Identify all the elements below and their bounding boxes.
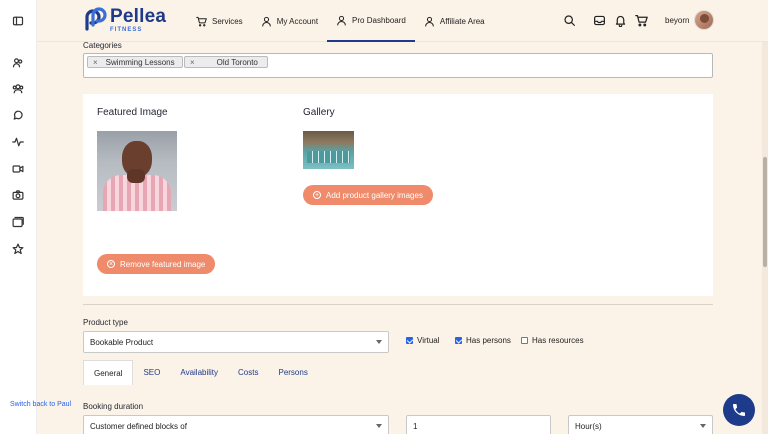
nav-my-account-label: My Account [276, 16, 319, 26]
page-scrollbar[interactable] [762, 42, 768, 434]
video-icon[interactable] [11, 162, 25, 176]
gallery-icon[interactable] [11, 215, 25, 229]
tag-remove-icon[interactable]: × [93, 58, 98, 67]
group-icon[interactable] [11, 82, 25, 96]
tab-general[interactable]: General [83, 360, 134, 385]
remove-featured-image-label: Remove featured image [120, 259, 206, 269]
checkbox-checked-icon[interactable] [455, 337, 462, 344]
brand-subtitle: FITNESS [110, 27, 143, 33]
switch-back-link[interactable]: Switch back to Paul [10, 401, 71, 408]
tag-remove-icon[interactable]: × [190, 58, 195, 67]
duration-unit-select[interactable]: Hour(s) [568, 415, 713, 434]
nav-my-account[interactable]: My Account [252, 0, 327, 42]
has-persons-checkbox[interactable]: Has persons [455, 336, 511, 345]
tab-costs[interactable]: Costs [228, 360, 268, 385]
nav-affiliate-area-label: Affiliate Area [439, 16, 485, 26]
categories-label: Categories [83, 41, 122, 50]
images-panel: Featured Image Gallery + Add product gal… [83, 94, 713, 296]
duration-amount-input[interactable]: 1 [406, 415, 551, 434]
left-rail [0, 0, 37, 434]
duration-type-value: Customer defined blocks of [90, 421, 187, 431]
duration-unit-value: Hour(s) [575, 421, 602, 431]
nav-services-label: Services [212, 16, 243, 26]
top-header: Pellea FITNESS Services My Account Pro D… [37, 0, 768, 42]
add-gallery-images-label: Add product gallery images [326, 190, 423, 200]
has-resources-checkbox[interactable]: Has resources [521, 336, 584, 345]
search-icon[interactable] [563, 14, 576, 27]
tab-persons[interactable]: Persons [268, 360, 317, 385]
gallery-thumbnail[interactable] [303, 131, 354, 169]
nav-services[interactable]: Services [187, 0, 252, 42]
brand-logo[interactable]: Pellea FITNESS [83, 7, 166, 33]
has-resources-label: Has resources [532, 336, 584, 345]
categories-input[interactable]: × Swimming Lessons × Old Toronto [83, 53, 713, 78]
product-type-label: Product type [83, 318, 128, 327]
duration-type-select[interactable]: Customer defined blocks of [83, 415, 389, 434]
featured-image-title: Featured Image [97, 107, 168, 118]
avatar[interactable] [694, 10, 714, 30]
star-icon[interactable] [11, 242, 25, 256]
bell-icon[interactable] [614, 14, 627, 28]
inbox-icon[interactable] [593, 14, 606, 27]
user-icon [261, 16, 271, 26]
remove-featured-image-button[interactable]: × Remove featured image [97, 254, 216, 274]
featured-image[interactable] [97, 131, 177, 211]
duration-amount-value: 1 [413, 421, 418, 431]
gallery-title: Gallery [303, 107, 335, 118]
nav-pro-dashboard[interactable]: Pro Dashboard [327, 0, 415, 42]
virtual-label: Virtual [417, 336, 440, 345]
camera-icon[interactable] [11, 188, 25, 202]
cart-icon [196, 16, 207, 26]
nav-affiliate-area[interactable]: Affiliate Area [415, 0, 494, 42]
tab-availability[interactable]: Availability [170, 360, 228, 385]
call-button[interactable] [723, 394, 755, 426]
phone-icon [733, 404, 745, 416]
activity-icon[interactable] [11, 135, 25, 149]
nav-pro-dashboard-label: Pro Dashboard [352, 15, 406, 25]
main-nav: Services My Account Pro Dashboard Affili… [187, 0, 494, 42]
close-circle-icon: × [107, 260, 115, 268]
chevron-down-icon [376, 340, 382, 344]
category-tag-label: Old Toronto [216, 57, 258, 67]
virtual-checkbox[interactable]: Virtual [406, 336, 440, 345]
product-type-value: Bookable Product [90, 337, 154, 347]
plus-circle-icon: + [313, 191, 321, 199]
category-tag[interactable]: × Old Toronto [184, 56, 268, 68]
brand-name: Pellea [110, 6, 167, 27]
user-icon [337, 15, 346, 25]
cart-icon[interactable] [635, 14, 648, 27]
add-gallery-images-button[interactable]: + Add product gallery images [303, 185, 433, 205]
chevron-down-icon [376, 424, 382, 428]
username[interactable]: beyorn [665, 16, 689, 25]
user-icon [425, 16, 434, 26]
checkbox-unchecked-icon[interactable] [521, 337, 528, 344]
section-divider [83, 304, 713, 305]
chat-icon[interactable] [11, 109, 25, 123]
scrollbar-thumb[interactable] [763, 157, 767, 267]
product-type-select[interactable]: Bookable Product [83, 331, 389, 353]
users-icon[interactable] [11, 56, 25, 70]
product-data-tabs: General SEO Availability Costs Persons [83, 360, 318, 385]
tab-seo[interactable]: SEO [133, 360, 170, 385]
category-tag[interactable]: × Swimming Lessons [87, 56, 183, 68]
chevron-down-icon [700, 424, 706, 428]
category-tag-label: Swimming Lessons [105, 57, 175, 67]
checkbox-checked-icon[interactable] [406, 337, 413, 344]
logo-mark-icon [85, 7, 107, 31]
has-persons-label: Has persons [466, 336, 511, 345]
booking-duration-label: Booking duration [83, 402, 144, 411]
sidebar-toggle-icon[interactable] [11, 14, 25, 28]
